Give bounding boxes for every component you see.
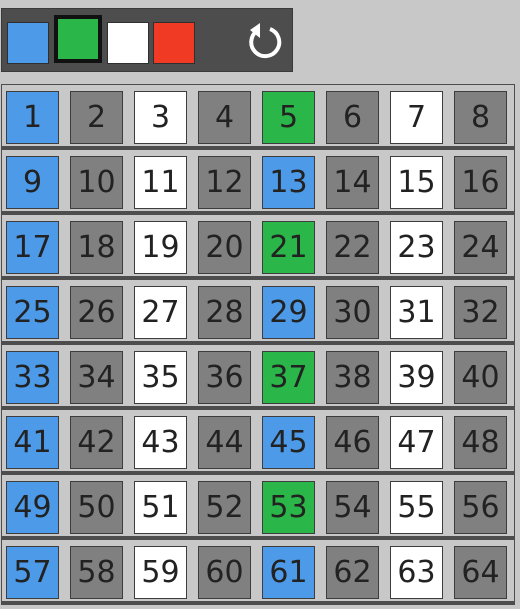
grid-cell-56[interactable]: 56 [454, 481, 507, 534]
number-grid: 1 2 3 4 5 6 7 8 9 10 11 12 13 14 15 16 17 18 19 20 21 22 23 24 2… [1, 84, 515, 605]
grid-cell-14[interactable]: 14 [326, 156, 379, 209]
grid-cell-62[interactable]: 62 [326, 546, 379, 599]
grid-cell-10[interactable]: 10 [70, 156, 123, 209]
grid-cell-3[interactable]: 3 [134, 91, 187, 144]
grid-cell-52[interactable]: 52 [198, 481, 251, 534]
grid-cell-50[interactable]: 50 [70, 481, 123, 534]
grid-cell-8[interactable]: 8 [454, 91, 507, 144]
grid-cell-23[interactable]: 23 [390, 221, 443, 274]
grid-cell-57[interactable]: 57 [6, 546, 59, 599]
grid-cell-31[interactable]: 31 [390, 286, 443, 339]
grid-cell-6[interactable]: 6 [326, 91, 379, 144]
grid-cell-36[interactable]: 36 [198, 351, 251, 404]
grid-cell-17[interactable]: 17 [6, 221, 59, 274]
grid-cell-58[interactable]: 58 [70, 546, 123, 599]
grid-cell-24[interactable]: 24 [454, 221, 507, 274]
grid-cell-45[interactable]: 45 [262, 416, 315, 469]
grid-cell-9[interactable]: 9 [6, 156, 59, 209]
grid-row: 41 42 43 44 45 46 47 48 [1, 409, 515, 472]
grid-cell-60[interactable]: 60 [198, 546, 251, 599]
grid-cell-25[interactable]: 25 [6, 286, 59, 339]
grid-cell-12[interactable]: 12 [198, 156, 251, 209]
grid-row: 33 34 35 36 37 38 39 40 [1, 344, 515, 407]
grid-cell-54[interactable]: 54 [326, 481, 379, 534]
grid-cell-47[interactable]: 47 [390, 416, 443, 469]
grid-cell-32[interactable]: 32 [454, 286, 507, 339]
grid-cell-2[interactable]: 2 [70, 91, 123, 144]
grid-cell-18[interactable]: 18 [70, 221, 123, 274]
grid-cell-48[interactable]: 48 [454, 416, 507, 469]
grid-row: 9 10 11 12 13 14 15 16 [1, 149, 515, 212]
grid-cell-28[interactable]: 28 [198, 286, 251, 339]
grid-cell-26[interactable]: 26 [70, 286, 123, 339]
toolbar [1, 8, 293, 72]
grid-cell-34[interactable]: 34 [70, 351, 123, 404]
grid-cell-29[interactable]: 29 [262, 286, 315, 339]
grid-cell-40[interactable]: 40 [454, 351, 507, 404]
grid-cell-55[interactable]: 55 [390, 481, 443, 534]
grid-cell-13[interactable]: 13 [262, 156, 315, 209]
grid-row: 25 26 27 28 29 30 31 32 [1, 279, 515, 342]
grid-cell-39[interactable]: 39 [390, 351, 443, 404]
grid-cell-1[interactable]: 1 [6, 91, 59, 144]
grid-row: 12345678 [1, 84, 515, 147]
color-swatch-blue[interactable] [7, 22, 49, 64]
grid-cell-16[interactable]: 16 [454, 156, 507, 209]
grid-cell-4[interactable]: 4 [198, 91, 251, 144]
grid-cell-19[interactable]: 19 [134, 221, 187, 274]
grid-cell-44[interactable]: 44 [198, 416, 251, 469]
grid-cell-11[interactable]: 11 [134, 156, 187, 209]
grid-cell-33[interactable]: 33 [6, 351, 59, 404]
grid-cell-49[interactable]: 49 [6, 481, 59, 534]
grid-row: 57 58 59 60 61 62 63 64 [1, 539, 515, 602]
grid-cell-5[interactable]: 5 [262, 91, 315, 144]
grid-cell-59[interactable]: 59 [134, 546, 187, 599]
grid-cell-38[interactable]: 38 [326, 351, 379, 404]
grid-cell-21[interactable]: 21 [262, 221, 315, 274]
grid-cell-43[interactable]: 43 [134, 416, 187, 469]
grid-cell-46[interactable]: 46 [326, 416, 379, 469]
grid-cell-53[interactable]: 53 [262, 481, 315, 534]
grid-cell-7[interactable]: 7 [390, 91, 443, 144]
reset-button[interactable] [238, 19, 290, 63]
grid-cell-64[interactable]: 64 [454, 546, 507, 599]
reset-icon [249, 23, 282, 59]
grid-cell-27[interactable]: 27 [134, 286, 187, 339]
grid-cell-37[interactable]: 37 [262, 351, 315, 404]
grid-cell-15[interactable]: 15 [390, 156, 443, 209]
grid-cell-61[interactable]: 61 [262, 546, 315, 599]
grid-cell-20[interactable]: 20 [198, 221, 251, 274]
grid-cell-63[interactable]: 63 [390, 546, 443, 599]
grid-cell-30[interactable]: 30 [326, 286, 379, 339]
grid-cell-42[interactable]: 42 [70, 416, 123, 469]
grid-cell-22[interactable]: 22 [326, 221, 379, 274]
grid-cell-35[interactable]: 35 [134, 351, 187, 404]
color-swatch-green[interactable] [54, 15, 102, 63]
color-swatch-white[interactable] [107, 22, 149, 64]
grid-cell-51[interactable]: 51 [134, 481, 187, 534]
grid-row: 17 18 19 20 21 22 23 24 [1, 214, 515, 277]
color-swatch-red[interactable] [153, 22, 195, 64]
grid-cell-41[interactable]: 41 [6, 416, 59, 469]
grid-row: 49 50 51 52 53 54 55 56 [1, 474, 515, 537]
